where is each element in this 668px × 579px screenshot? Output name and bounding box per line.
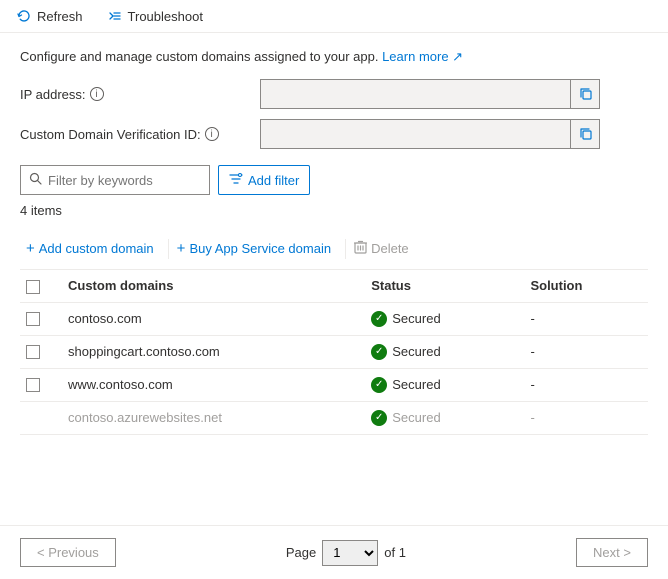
action-bar: + Add custom domain + Buy App Service do…: [20, 228, 648, 270]
refresh-icon: [16, 8, 32, 24]
previous-button[interactable]: < Previous: [20, 538, 116, 567]
row-domain: contoso.azurewebsites.net: [56, 401, 359, 434]
row-domain: shoppingcart.contoso.com: [56, 335, 359, 368]
add-filter-button[interactable]: Add filter: [218, 165, 310, 195]
description-text: Configure and manage custom domains assi…: [20, 49, 648, 65]
troubleshoot-label: Troubleshoot: [128, 9, 203, 24]
table-row: www.contoso.com ✓ Secured -: [20, 368, 648, 401]
ip-address-label: IP address: i: [20, 87, 260, 102]
status-text: Secured: [392, 344, 440, 359]
row-checkbox-cell: [20, 401, 56, 434]
buy-icon: +: [177, 240, 186, 257]
troubleshoot-icon: [107, 8, 123, 24]
add-custom-domain-label: Add custom domain: [39, 241, 154, 256]
search-input[interactable]: [48, 173, 201, 188]
custom-domain-id-copy-button[interactable]: [570, 119, 600, 149]
select-all-checkbox[interactable]: [26, 280, 40, 294]
table-header-checkbox-cell: [20, 270, 56, 302]
pagination-center: Page 1 of 1: [286, 540, 406, 566]
action-separator-1: [168, 239, 169, 259]
table-header-domain: Custom domains: [56, 270, 359, 302]
table-row: contoso.com ✓ Secured -: [20, 302, 648, 335]
custom-domain-info-icon[interactable]: i: [205, 127, 219, 141]
main-content: Configure and manage custom domains assi…: [0, 33, 668, 451]
table-row: contoso.azurewebsites.net ✓ Secured -: [20, 401, 648, 434]
filter-bar: Add filter: [20, 165, 648, 195]
items-count: 4 items: [20, 203, 648, 218]
domains-table: Custom domains Status Solution contoso.c…: [20, 270, 648, 435]
buy-app-service-button[interactable]: + Buy App Service domain: [171, 236, 343, 261]
table-row: shoppingcart.contoso.com ✓ Secured -: [20, 335, 648, 368]
next-button[interactable]: Next >: [576, 538, 648, 567]
row-checkbox-2[interactable]: [26, 378, 40, 392]
table-header-row: Custom domains Status Solution: [20, 270, 648, 302]
row-solution: -: [518, 335, 648, 368]
table-header-status: Status: [359, 270, 518, 302]
row-status: ✓ Secured: [359, 401, 518, 434]
delete-label: Delete: [371, 241, 409, 256]
toolbar: Refresh Troubleshoot: [0, 0, 668, 33]
troubleshoot-button[interactable]: Troubleshoot: [103, 6, 207, 26]
search-box: [20, 165, 210, 195]
refresh-label: Refresh: [37, 9, 83, 24]
delete-button[interactable]: Delete: [348, 236, 421, 261]
row-status: ✓ Secured: [359, 335, 518, 368]
row-domain: contoso.com: [56, 302, 359, 335]
status-secured-icon: ✓: [371, 311, 387, 327]
page-select[interactable]: 1: [322, 540, 378, 566]
ip-address-input[interactable]: [260, 79, 600, 109]
search-icon: [29, 172, 42, 188]
custom-domain-id-row: Custom Domain Verification ID: i: [20, 119, 648, 149]
row-status: ✓ Secured: [359, 368, 518, 401]
add-icon: +: [26, 240, 35, 257]
custom-domain-id-input-container: [260, 119, 600, 149]
ip-address-copy-button[interactable]: [570, 79, 600, 109]
custom-domain-id-input[interactable]: [260, 119, 600, 149]
status-text: Secured: [392, 311, 440, 326]
table-header-solution: Solution: [518, 270, 648, 302]
row-checkbox-cell: [20, 302, 56, 335]
row-solution: -: [518, 368, 648, 401]
row-checkbox-cell: [20, 368, 56, 401]
pagination: < Previous Page 1 of 1 Next >: [0, 525, 668, 579]
row-status: ✓ Secured: [359, 302, 518, 335]
add-filter-label: Add filter: [248, 173, 299, 188]
of-label: of 1: [384, 545, 406, 560]
action-separator-2: [345, 239, 346, 259]
page-label: Page: [286, 545, 316, 560]
ip-address-row: IP address: i: [20, 79, 648, 109]
add-custom-domain-button[interactable]: + Add custom domain: [20, 236, 166, 261]
page-wrapper: Refresh Troubleshoot Configure and manag…: [0, 0, 668, 579]
row-solution: -: [518, 302, 648, 335]
status-text: Secured: [392, 377, 440, 392]
row-solution: -: [518, 401, 648, 434]
status-secured-icon: ✓: [371, 344, 387, 360]
row-domain: www.contoso.com: [56, 368, 359, 401]
add-filter-icon: [229, 172, 243, 189]
row-checkbox-cell: [20, 335, 56, 368]
custom-domain-id-label: Custom Domain Verification ID: i: [20, 127, 260, 142]
buy-app-service-label: Buy App Service domain: [189, 241, 331, 256]
status-secured-icon: ✓: [371, 410, 387, 426]
ip-address-info-icon[interactable]: i: [90, 87, 104, 101]
refresh-button[interactable]: Refresh: [12, 6, 87, 26]
row-checkbox-0[interactable]: [26, 312, 40, 326]
delete-icon: [354, 240, 367, 257]
status-text: Secured: [392, 410, 440, 425]
ip-address-input-container: [260, 79, 600, 109]
row-checkbox-1[interactable]: [26, 345, 40, 359]
status-secured-icon: ✓: [371, 377, 387, 393]
learn-more-link[interactable]: Learn more ↗: [382, 49, 463, 64]
